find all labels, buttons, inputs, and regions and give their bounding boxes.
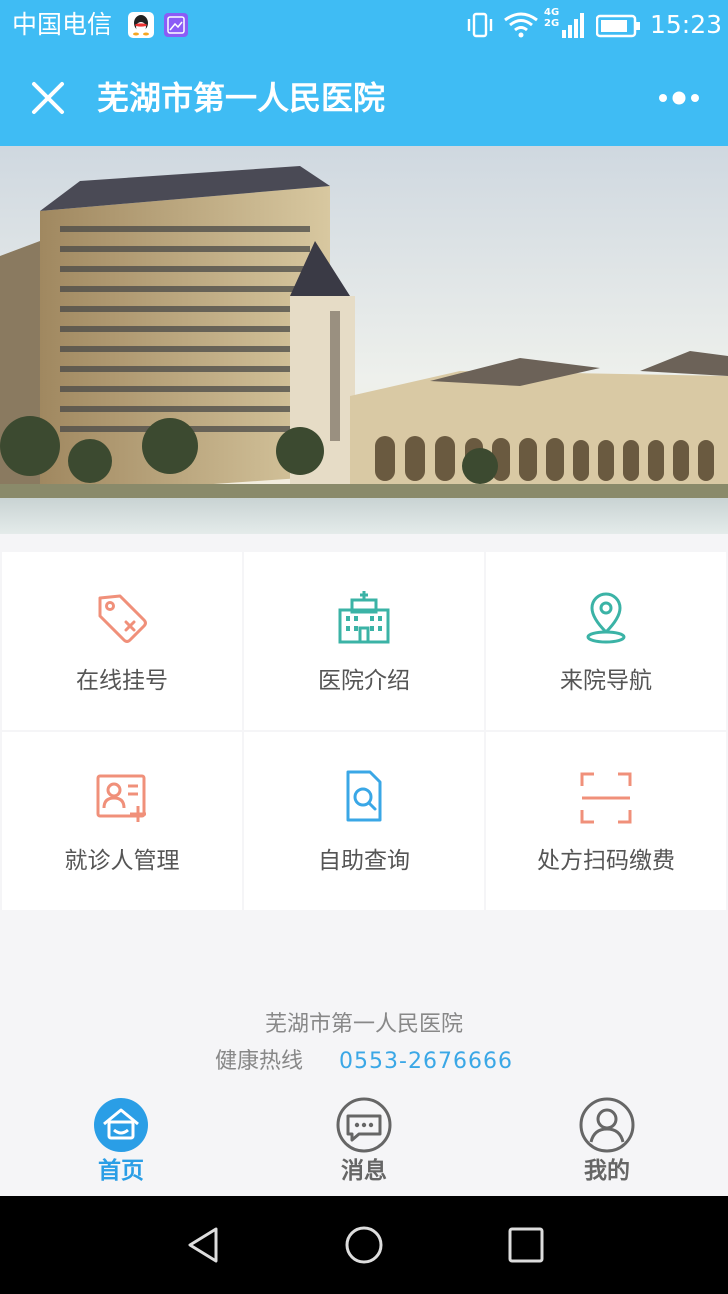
close-icon[interactable] [30,80,66,116]
recent-apps-icon[interactable] [504,1223,548,1267]
image-icon [164,13,188,37]
tile-online-registration[interactable]: 在线挂号 [2,552,242,730]
footer-hospital-name: 芜湖市第一人民医院 [264,1012,463,1037]
tile-self-service-query[interactable]: 自助查询 [244,732,484,910]
status-bar: 中国电信 4G 2G 15:23 [0,0,728,50]
function-grid: 在线挂号 医院介绍 来院导航 就诊人管理 自助查询 处方扫码缴费 [0,552,728,910]
tile-label: 在线挂号 [76,668,168,694]
user-icon [579,1097,635,1153]
hospital-banner[interactable] [0,146,728,534]
tab-label: 消息 [341,1158,387,1184]
hospital-icon [338,591,390,644]
tile-patient-management[interactable]: 就诊人管理 [2,732,242,910]
tag-icon [98,594,147,643]
location-pin-icon [586,592,626,644]
tile-prescription-payment[interactable]: 处方扫码缴费 [486,732,726,910]
system-navigation-bar [0,1196,728,1294]
signal-icon [562,13,584,38]
battery-icon [596,14,640,38]
document-search-icon [346,770,382,822]
hospital-building-image [0,146,728,534]
tab-home[interactable]: 首页 [0,1092,242,1196]
tile-label: 处方扫码缴费 [537,848,675,874]
bottom-tab-bar: 首页 消息 我的 [0,1092,728,1196]
tab-label: 首页 [98,1158,144,1184]
footer-hotline: 健康热线 0553-2676666 [0,1045,728,1079]
tile-navigation[interactable]: 来院导航 [486,552,726,730]
message-icon [336,1097,392,1153]
tile-label: 来院导航 [560,668,652,694]
carrier-name: 中国电信 [12,10,113,39]
vibrate-icon [467,12,493,38]
back-icon[interactable] [182,1223,226,1267]
tab-messages[interactable]: 消息 [243,1092,485,1196]
tab-me[interactable]: 我的 [486,1092,728,1196]
tab-label: 我的 [584,1158,630,1184]
qq-icon [128,12,154,38]
page-title: 芜湖市第一人民医院 [97,79,386,117]
clock: 15:23 [650,10,723,39]
hotline-number[interactable]: 0553-2676666 [339,1049,513,1074]
more-icon[interactable] [656,90,702,106]
home-icon [94,1098,148,1152]
hotline-label: 健康热线 [215,1049,304,1074]
title-bar: 芜湖市第一人民医院 [0,50,728,146]
home-button-icon[interactable] [342,1223,386,1267]
network-type: 4G 2G [544,7,560,29]
tile-label: 自助查询 [318,848,410,874]
patient-card-icon [96,774,146,822]
tile-hospital-intro[interactable]: 医院介绍 [244,552,484,730]
wifi-icon [504,12,538,38]
scan-icon [580,772,632,824]
tile-label: 就诊人管理 [64,848,180,874]
tile-label: 医院介绍 [318,668,410,694]
